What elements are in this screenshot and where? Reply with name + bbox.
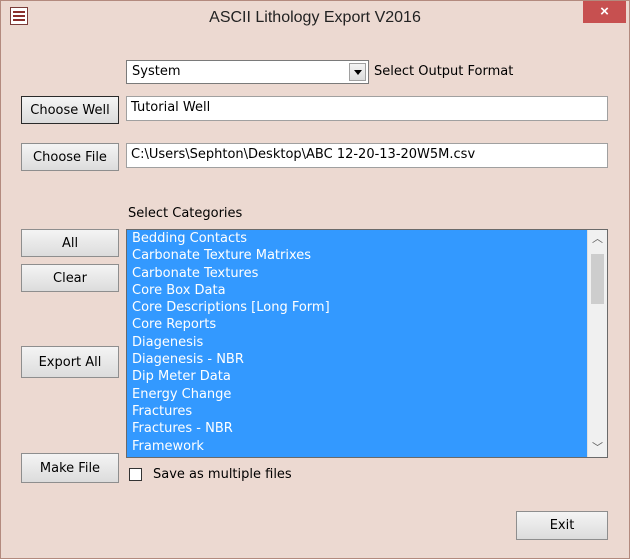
categories-listbox[interactable]: Bedding Contacts Carbonate Texture Matrix… xyxy=(126,229,608,458)
scroll-down-icon[interactable]: ﹀ xyxy=(588,439,607,457)
file-path-field[interactable]: C:\Users\Sephton\Desktop\ABC 12-20-13-20… xyxy=(126,143,608,168)
title-bar: ASCII Lithology Export V2016 × xyxy=(1,1,629,34)
export-all-button[interactable]: Export All xyxy=(21,346,119,378)
output-format-label: Select Output Format xyxy=(374,64,514,79)
list-item[interactable]: Core Box Data xyxy=(127,282,587,299)
chevron-down-icon[interactable] xyxy=(349,63,366,81)
window-title: ASCII Lithology Export V2016 xyxy=(209,9,421,26)
categories-list: Bedding Contacts Carbonate Texture Matrix… xyxy=(127,230,587,455)
listbox-scrollbar[interactable]: ︿ ﹀ xyxy=(587,230,607,457)
scroll-up-icon[interactable]: ︿ xyxy=(588,230,607,248)
close-button[interactable]: × xyxy=(583,1,626,23)
output-format-value: System xyxy=(132,64,181,79)
clear-button[interactable]: Clear xyxy=(21,264,119,292)
well-name-field[interactable]: Tutorial Well xyxy=(126,96,608,121)
categories-label: Select Categories xyxy=(128,206,243,221)
save-multiple-checkbox[interactable] xyxy=(129,468,142,481)
select-all-button[interactable]: All xyxy=(21,229,119,257)
list-item[interactable]: Fractures - NBR xyxy=(127,420,587,437)
list-item[interactable]: Core Descriptions [Long Form] xyxy=(127,299,587,316)
save-multiple-label: Save as multiple files xyxy=(153,467,292,482)
list-item[interactable]: Diagenesis xyxy=(127,334,587,351)
list-item[interactable]: Fractures xyxy=(127,403,587,420)
list-item[interactable]: Dip Meter Data xyxy=(127,368,587,385)
list-item[interactable]: Carbonate Textures xyxy=(127,265,587,282)
make-file-button[interactable]: Make File xyxy=(21,453,119,483)
list-item[interactable]: Core Reports xyxy=(127,316,587,333)
choose-file-button[interactable]: Choose File xyxy=(21,143,119,171)
choose-well-button[interactable]: Choose Well xyxy=(21,96,119,124)
list-item[interactable]: Energy Change xyxy=(127,386,587,403)
list-item[interactable]: Framework xyxy=(127,438,587,455)
output-format-select[interactable]: System xyxy=(126,60,369,84)
list-item[interactable]: Bedding Contacts xyxy=(127,230,587,247)
scrollbar-thumb[interactable] xyxy=(591,254,604,304)
list-item[interactable]: Carbonate Texture Matrixes xyxy=(127,247,587,264)
export-dialog-window: ASCII Lithology Export V2016 × System Se… xyxy=(0,0,630,559)
list-item[interactable]: Diagenesis - NBR xyxy=(127,351,587,368)
exit-button[interactable]: Exit xyxy=(516,511,608,540)
